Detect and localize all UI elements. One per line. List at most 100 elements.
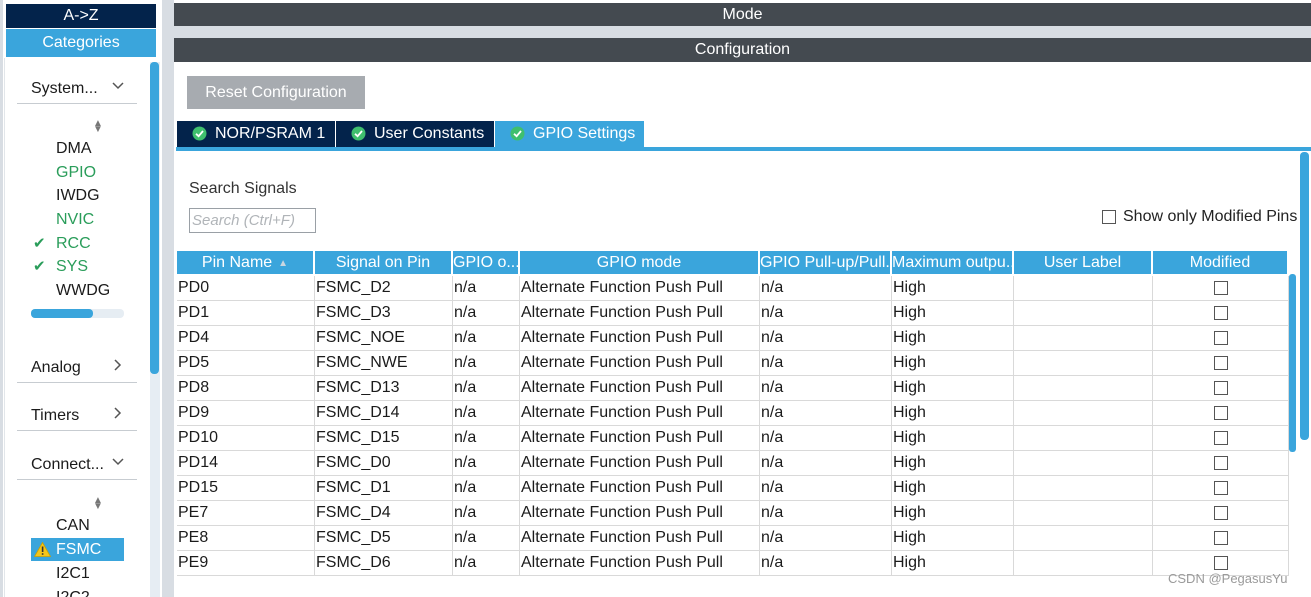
sidebar-item-i2c2[interactable]: I2C2	[31, 586, 124, 597]
cell-gpio-output-level: n/a	[453, 276, 520, 301]
sidebar-item-sys[interactable]: ✔ SYS	[31, 255, 124, 278]
table-row[interactable]: PD15 FSMC_D1 n/a Alternate Function Push Pu…	[177, 476, 1289, 501]
sidebar-item-label: IWDG	[56, 187, 100, 204]
cell-gpio-mode: Alternate Function Push Pull	[520, 301, 760, 326]
column-header-user-label[interactable]: User Label	[1014, 251, 1153, 274]
cell-max-output-speed: High	[892, 376, 1014, 401]
sidebar-item-wwdg[interactable]: WWDG	[31, 279, 124, 302]
tab-categories[interactable]: Categories	[6, 29, 156, 57]
modified-checkbox[interactable]	[1214, 481, 1228, 495]
chevron-down-icon	[112, 82, 124, 90]
cell-signal-on-pin: FSMC_D4	[315, 501, 453, 526]
category-analog[interactable]: Analog	[17, 353, 137, 383]
modified-checkbox[interactable]	[1214, 531, 1228, 545]
column-header-max-output-speed[interactable]: Maximum outpu...	[892, 251, 1014, 274]
tab-a-z[interactable]: A->Z	[6, 4, 156, 28]
table-row[interactable]: PE9 FSMC_D6 n/a Alternate Function Push Pul…	[177, 551, 1289, 576]
sidebar-item-fsmc[interactable]: FSMC	[31, 538, 124, 561]
column-header-label: Maximum outpu...	[892, 254, 1014, 271]
sidebar-item-iwdg[interactable]: IWDG	[31, 184, 124, 207]
column-header-pin-name[interactable]: Pin Name ▲	[177, 251, 315, 274]
column-header-gpio-mode[interactable]: GPIO mode	[520, 251, 760, 274]
cell-gpio-pull: n/a	[760, 301, 892, 326]
left-sidebar: A->Z Categories System... ▲ ▼ DMA GPIO IWDG…	[0, 0, 162, 597]
cell-gpio-output-level: n/a	[453, 451, 520, 476]
modified-checkbox[interactable]	[1214, 331, 1228, 345]
modified-checkbox[interactable]	[1214, 456, 1228, 470]
category-timers[interactable]: Timers	[17, 401, 137, 431]
cell-user-label	[1014, 276, 1153, 301]
modified-checkbox[interactable]	[1214, 356, 1228, 370]
cell-gpio-mode: Alternate Function Push Pull	[520, 351, 760, 376]
search-input[interactable]	[189, 208, 316, 233]
column-header-modified[interactable]: Modified	[1153, 251, 1289, 274]
cell-gpio-mode: Alternate Function Push Pull	[520, 551, 760, 576]
sidebar-item-nvic[interactable]: NVIC	[31, 208, 124, 231]
table-row[interactable]: PD14 FSMC_D0 n/a Alternate Function Push Pu…	[177, 451, 1289, 476]
table-scroll-thumb[interactable]	[1289, 274, 1296, 452]
modified-checkbox[interactable]	[1214, 406, 1228, 420]
sidebar-item-can[interactable]: CAN	[31, 514, 124, 537]
reset-configuration-button[interactable]: Reset Configuration	[187, 76, 365, 109]
category-system[interactable]: System...	[17, 74, 137, 104]
cell-gpio-pull: n/a	[760, 426, 892, 451]
cell-gpio-mode: Alternate Function Push Pull	[520, 476, 760, 501]
table-row[interactable]: PD9 FSMC_D14 n/a Alternate Function Push Pu…	[177, 401, 1289, 426]
cell-gpio-pull: n/a	[760, 326, 892, 351]
sidebar-item-rcc[interactable]: ✔ RCC	[31, 232, 124, 255]
category-analog-label: Analog	[31, 359, 81, 376]
cell-pin-name: PD5	[177, 351, 315, 376]
tab-gpio-settings[interactable]: GPIO Settings	[495, 121, 644, 147]
cell-gpio-pull: n/a	[760, 276, 892, 301]
cell-gpio-pull: n/a	[760, 351, 892, 376]
column-header-gpio-output-level[interactable]: GPIO o...	[453, 251, 520, 274]
table-row[interactable]: PE8 FSMC_D5 n/a Alternate Function Push Pul…	[177, 526, 1289, 551]
panel-scroll-thumb[interactable]	[1300, 152, 1309, 440]
column-header-label: GPIO o...	[453, 254, 520, 271]
table-row[interactable]: PD10 FSMC_D15 n/a Alternate Function Push P…	[177, 426, 1289, 451]
cell-signal-on-pin: FSMC_D14	[315, 401, 453, 426]
modified-checkbox[interactable]	[1214, 556, 1228, 570]
sort-ascending-icon: ▲	[278, 258, 289, 269]
modified-checkbox[interactable]	[1214, 381, 1228, 395]
modified-checkbox[interactable]	[1214, 506, 1228, 520]
column-header-gpio-pull[interactable]: GPIO Pull-up/Pull...	[760, 251, 892, 274]
sidebar-item-i2c1[interactable]: I2C1	[31, 562, 124, 585]
column-header-label: Signal on Pin	[335, 254, 431, 271]
show-modified-checkbox[interactable]	[1102, 210, 1116, 224]
sidebar-border	[0, 0, 3, 597]
modified-checkbox[interactable]	[1214, 306, 1228, 320]
column-header-label: User Label	[1043, 254, 1122, 271]
tab-user-constants[interactable]: User Constants	[336, 121, 494, 147]
cell-user-label	[1014, 401, 1153, 426]
table-row[interactable]: PD5 FSMC_NWE n/a Alternate Function Push Pu…	[177, 351, 1289, 376]
modified-checkbox[interactable]	[1214, 281, 1228, 295]
sidebar-scroll-thumb[interactable]	[150, 62, 159, 374]
tab-label: NOR/PSRAM 1	[215, 125, 326, 142]
cell-signal-on-pin: FSMC_D6	[315, 551, 453, 576]
tab-nor-psram-1[interactable]: NOR/PSRAM 1	[177, 121, 335, 147]
cell-signal-on-pin: FSMC_NWE	[315, 351, 453, 376]
cell-gpio-pull: n/a	[760, 551, 892, 576]
cell-signal-on-pin: FSMC_D3	[315, 301, 453, 326]
cell-user-label	[1014, 476, 1153, 501]
sidebar-item-gpio[interactable]: GPIO	[31, 161, 124, 184]
cell-user-label	[1014, 426, 1153, 451]
mode-header[interactable]: Mode	[174, 3, 1311, 26]
sidebar-item-dma[interactable]: DMA	[31, 137, 124, 160]
modified-checkbox[interactable]	[1214, 431, 1228, 445]
cell-signal-on-pin: FSMC_D2	[315, 276, 453, 301]
category-connectivity[interactable]: Connect...	[17, 450, 137, 480]
splitter[interactable]	[162, 0, 174, 597]
sidebar-horizontal-scroll-thumb[interactable]	[31, 309, 93, 318]
table-row[interactable]: PD0 FSMC_D2 n/a Alternate Function Push Pul…	[177, 276, 1289, 301]
configuration-header[interactable]: Configuration	[174, 38, 1311, 62]
table-row[interactable]: PD4 FSMC_NOE n/a Alternate Function Push Pu…	[177, 326, 1289, 351]
table-row[interactable]: PE7 FSMC_D4 n/a Alternate Function Push Pul…	[177, 501, 1289, 526]
cell-max-output-speed: High	[892, 301, 1014, 326]
table-row[interactable]: PD8 FSMC_D13 n/a Alternate Function Push Pu…	[177, 376, 1289, 401]
column-header-signal-on-pin[interactable]: Signal on Pin	[315, 251, 453, 274]
cell-pin-name: PD15	[177, 476, 315, 501]
table-row[interactable]: PD1 FSMC_D3 n/a Alternate Function Push Pul…	[177, 301, 1289, 326]
sidebar-item-label: CAN	[56, 517, 90, 534]
